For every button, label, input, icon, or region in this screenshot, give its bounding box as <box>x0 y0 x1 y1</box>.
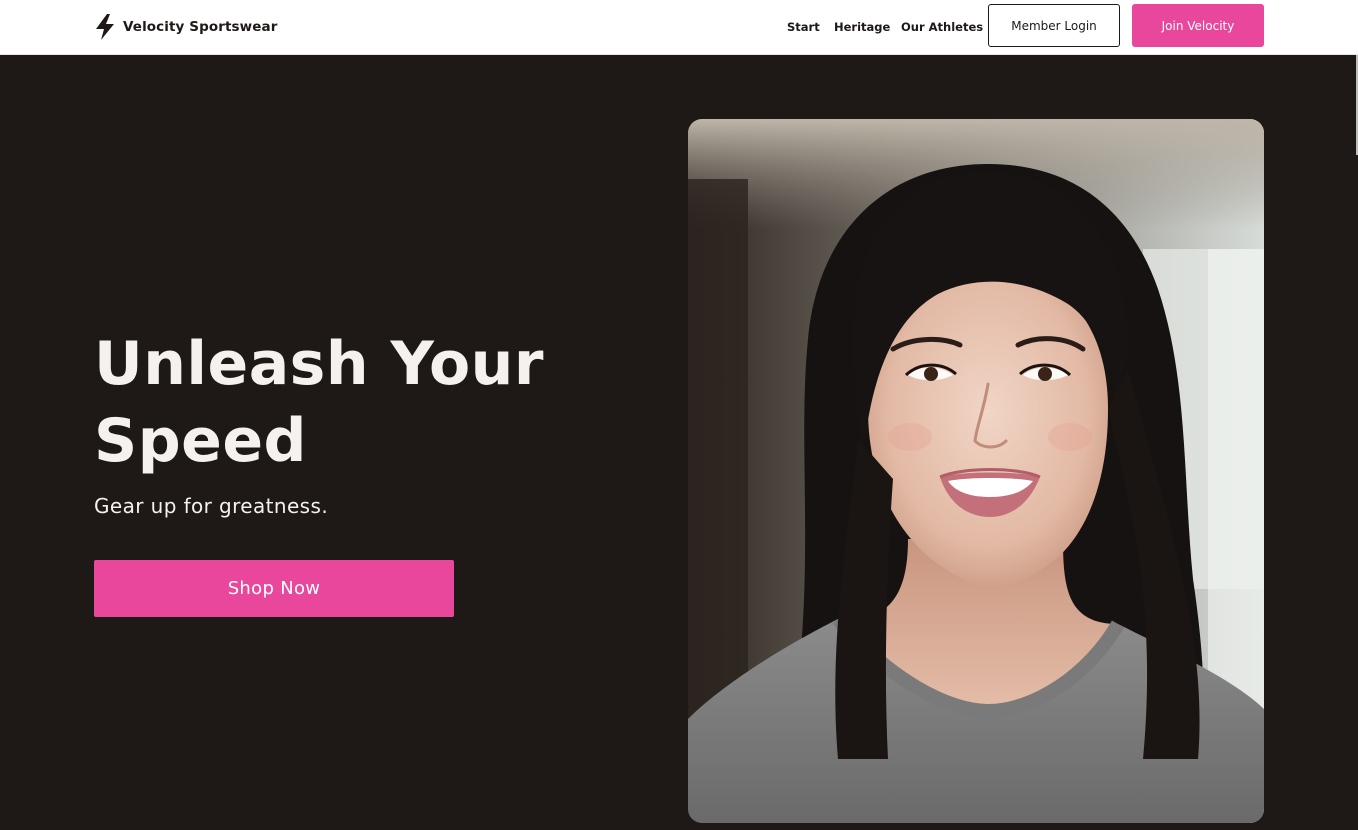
hero-title-line-1: Unleash Your <box>94 329 544 399</box>
member-login-button[interactable]: Member Login <box>988 4 1120 47</box>
hero-title: Unleash Your Speed <box>94 326 614 480</box>
lightning-bolt-icon <box>96 14 114 40</box>
join-velocity-button[interactable]: Join Velocity <box>1132 4 1264 47</box>
brand-link[interactable]: Velocity Sportswear <box>94 13 277 41</box>
nav-link-our-athletes[interactable]: Our Athletes <box>901 20 983 34</box>
brand-name: Velocity Sportswear <box>123 19 278 35</box>
hero-title-line-2: Speed <box>94 406 307 476</box>
athlete-portrait <box>688 119 1264 823</box>
nav-link-heritage[interactable]: Heritage <box>834 20 890 34</box>
shop-now-button[interactable]: Shop Now <box>94 560 454 617</box>
site-header: Velocity Sportswear Start Heritage Our A… <box>0 0 1358 55</box>
nav-link-start[interactable]: Start <box>787 20 820 34</box>
hero-subtitle: Gear up for greatness. <box>94 494 329 518</box>
portrait-illustration <box>688 119 1264 823</box>
page: Velocity Sportswear Start Heritage Our A… <box>0 0 1358 830</box>
